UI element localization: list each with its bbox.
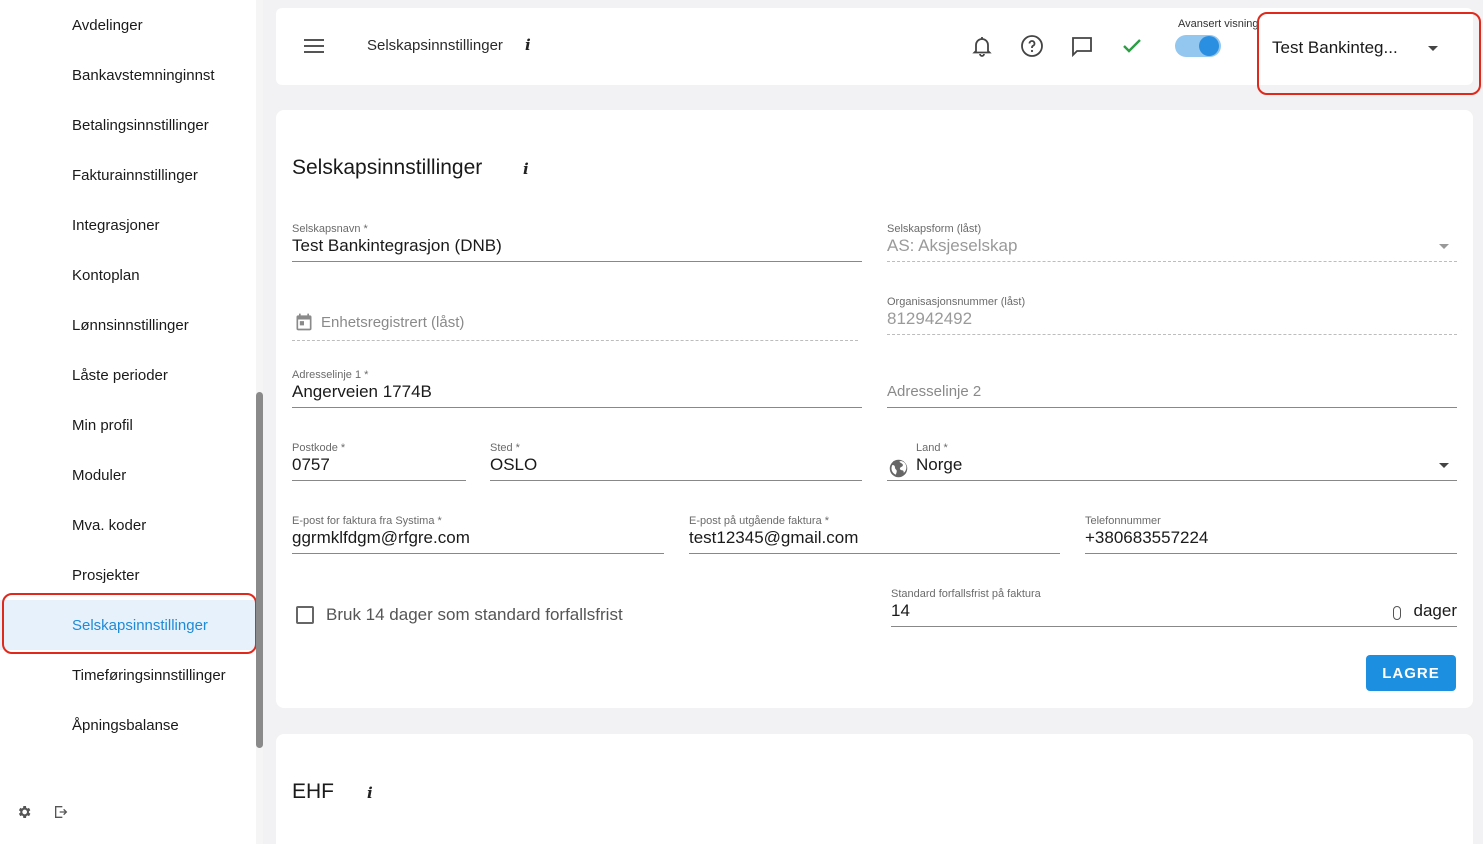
globe-icon [888, 458, 909, 479]
toggle-knob [1199, 36, 1219, 56]
sidebar-item[interactable]: Mva. koder [0, 500, 256, 550]
sidebar-item[interactable]: Kontoplan [0, 250, 256, 300]
field-underline [292, 407, 862, 408]
field-value: ggrmklfdgm@rfgre.com [292, 528, 470, 547]
company-name-field[interactable]: Selskapsnavn * Test Bankintegrasjon (DNB… [292, 223, 862, 269]
registered-date-field: Enhetsregistrert (låst) [292, 302, 858, 342]
field-label: E-post for faktura fra Systima * [292, 515, 442, 527]
company-selector-value: Test Bankinteg... [1272, 38, 1398, 57]
field-value: OSLO [490, 455, 538, 474]
sidebar-item[interactable]: Låste perioder [0, 350, 256, 400]
ehf-title: EHF [292, 780, 334, 803]
ehf-card [276, 734, 1473, 844]
menu-icon[interactable] [304, 38, 324, 54]
page-title: Selskapsinnstillinger [367, 37, 503, 54]
company-form-select: Selskapsform (låst) AS: Aksjeselskap [887, 223, 1457, 269]
field-value: 812942492 [887, 309, 973, 328]
field-underline [292, 480, 466, 481]
field-label: Telefonnummer [1085, 515, 1161, 527]
advanced-view-label: Avansert visning [1178, 18, 1259, 30]
field-underline [887, 407, 1457, 408]
field-underline [891, 626, 1457, 627]
address-line-1-field[interactable]: Adresselinje 1 * Angerveien 1774B [292, 369, 862, 415]
field-placeholder: Enhetsregistrert (låst) [321, 314, 465, 331]
field-underline [887, 261, 1457, 262]
field-label: Organisasjonsnummer (låst) [887, 296, 1026, 308]
due-days-suffix: dager [1413, 601, 1457, 620]
sidebar-item[interactable]: Åpningsbalanse [0, 700, 256, 750]
sidebar: Avdelinger Bankavstemninginnst Betalingsin… [0, 0, 263, 844]
sidebar-item[interactable]: Betalingsinnstillinger [0, 100, 256, 150]
field-label: Selskapsform (låst) [887, 223, 982, 235]
field-underline [887, 334, 1457, 335]
field-value: Angerveien 1774B [292, 382, 432, 401]
field-value: Norge [916, 455, 963, 474]
field-value: +380683557224 [1085, 528, 1209, 547]
save-button[interactable]: LAGRE [1366, 655, 1456, 691]
field-label: Standard forfallsfrist på faktura [891, 588, 1041, 600]
sidebar-item[interactable]: Prosjekter [0, 550, 256, 600]
field-underline [490, 480, 862, 481]
sidebar-item[interactable]: Timeføringsinnstillinger [0, 650, 256, 700]
section-title: Selskapsinnstillinger [292, 156, 483, 179]
field-underline [292, 340, 858, 341]
info-icon[interactable]: i [523, 160, 529, 178]
field-underline [292, 553, 664, 554]
sidebar-item[interactable]: Moduler [0, 450, 256, 500]
outgoing-email-field[interactable]: E-post på utgående faktura * test12345@g… [689, 515, 1060, 561]
sidebar-scrollbar-thumb[interactable] [256, 392, 263, 748]
field-value: Test Bankintegrasjon (DNB) [292, 236, 502, 255]
gear-icon[interactable] [15, 803, 33, 821]
check-icon[interactable] [1120, 34, 1144, 58]
chevron-down-icon [1439, 244, 1449, 249]
help-icon[interactable] [1020, 34, 1044, 58]
country-select[interactable]: Land * Norge [887, 442, 1457, 488]
default-due-checkbox[interactable] [296, 606, 314, 624]
chevron-down-icon [1428, 46, 1438, 51]
sidebar-item[interactable]: Integrasjoner [0, 200, 256, 250]
field-label: Sted * [490, 442, 520, 454]
info-icon[interactable]: i [367, 784, 373, 802]
sidebar-item[interactable]: Selskapsinnstillinger [0, 600, 256, 650]
chevron-down-icon [1439, 463, 1449, 468]
field-label: Adresselinje 1 * [292, 369, 369, 381]
phone-field[interactable]: Telefonnummer +380683557224 [1085, 515, 1457, 561]
due-days-field[interactable]: Standard forfallsfrist på faktura 14 dag… [891, 588, 1457, 634]
org-number-field: Organisasjonsnummer (låst) 812942492 [887, 296, 1457, 342]
number-stepper-icon[interactable] [1393, 606, 1401, 620]
chat-icon[interactable] [1070, 34, 1094, 58]
field-underline [292, 261, 862, 262]
sidebar-item[interactable]: Lønnsinnstillinger [0, 300, 256, 350]
field-value: 14 [891, 601, 910, 620]
logout-icon[interactable] [52, 803, 70, 821]
field-label: Land * [916, 442, 948, 454]
field-placeholder: Adresselinje 2 [887, 383, 982, 400]
default-due-checkbox-label[interactable]: Bruk 14 dager som standard forfallsfrist [326, 605, 623, 625]
address-line-2-field[interactable]: Adresselinje 2 [887, 369, 1457, 415]
sidebar-item[interactable]: Fakturainnstillinger [0, 150, 256, 200]
sidebar-item[interactable]: Min profil [0, 400, 256, 450]
city-field[interactable]: Sted * OSLO [490, 442, 862, 488]
info-icon[interactable]: i [525, 36, 531, 54]
postcode-field[interactable]: Postkode * 0757 [292, 442, 466, 488]
field-label: Postkode * [292, 442, 346, 454]
field-value: 0757 [292, 455, 330, 474]
bell-icon[interactable] [970, 34, 994, 58]
field-value: AS: Aksjeselskap [887, 236, 1018, 255]
advanced-view-toggle[interactable] [1175, 35, 1221, 57]
sidebar-item[interactable]: Bankavstemninginnst [0, 50, 256, 100]
field-underline [887, 480, 1457, 481]
field-underline [689, 553, 1060, 554]
invoice-email-field[interactable]: E-post for faktura fra Systima * ggrmklf… [292, 515, 664, 561]
field-value: test12345@gmail.com [689, 528, 859, 547]
field-label: Selskapsnavn * [292, 223, 368, 235]
field-label: E-post på utgående faktura * [689, 515, 830, 527]
company-selector[interactable]: Test Bankinteg... [1257, 12, 1481, 95]
sidebar-item[interactable]: Avdelinger [0, 0, 256, 50]
field-underline [1085, 553, 1457, 554]
calendar-icon [294, 312, 314, 332]
